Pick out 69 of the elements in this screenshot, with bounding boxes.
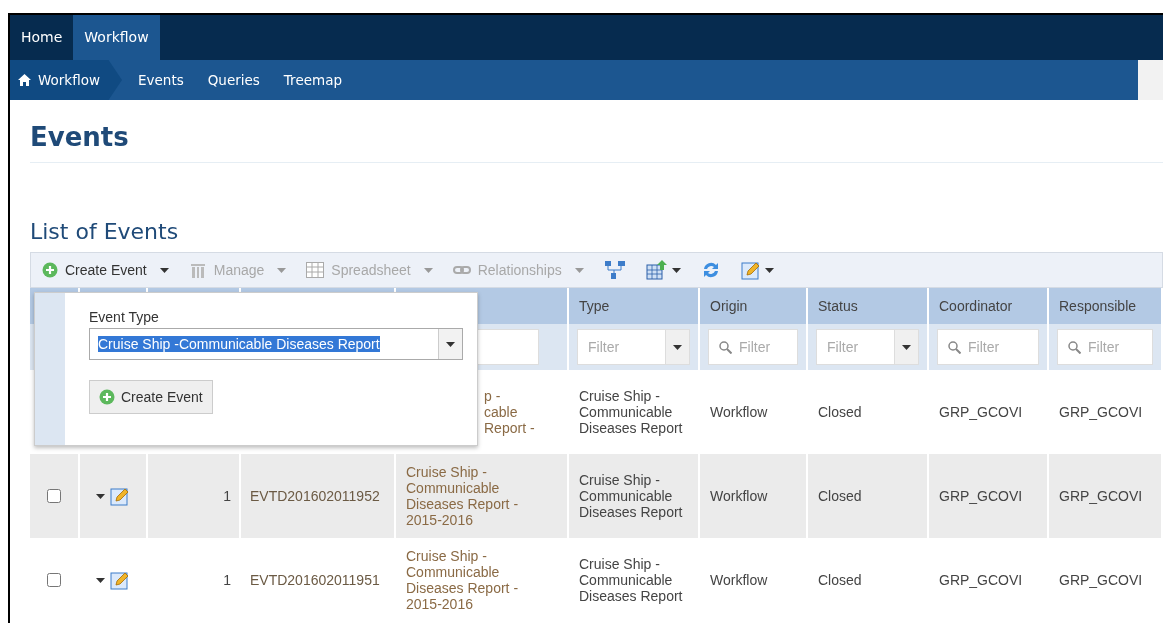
caret-icon [671, 267, 681, 273]
field-label: Event Type [89, 308, 160, 327]
edit-icon[interactable] [110, 570, 130, 590]
coordinator-cell: GRP_GCOVI [939, 404, 1023, 420]
origin-cell: Workflow [710, 572, 768, 588]
table-arrow-icon [645, 260, 668, 280]
event-name-cell-text: Cruise Ship - Communicable Diseases Report - 2015-2016 [406, 548, 520, 612]
breadcrumb-label: Workflow [38, 70, 100, 90]
caret-icon [902, 344, 911, 350]
column-header[interactable]: Origin [700, 288, 808, 324]
home-icon [18, 74, 31, 86]
column-header[interactable]: Coordinator [929, 288, 1049, 324]
type-cell-text: Cruise Ship - Communicable Diseases Report [579, 388, 684, 436]
coordinator-cell: GRP_GCOVI [939, 488, 1023, 504]
edit-menu-button[interactable] [740, 260, 774, 280]
caret-icon [764, 267, 774, 273]
event-name-cell: p - cable Report - [484, 388, 535, 436]
type-cell-text: Cruise Ship - Communicable Diseases Report [579, 556, 684, 604]
event-name-cell-text: Cruise Ship - Communicable Diseases Report - 2015-2016 [406, 464, 520, 528]
origin-cell: Workflow [710, 404, 768, 420]
caret-icon [446, 341, 455, 347]
caret-icon [277, 267, 287, 273]
search-icon [719, 340, 732, 354]
search-field[interactable] [1138, 60, 1163, 100]
caret-icon [96, 577, 105, 583]
export-button[interactable] [645, 260, 681, 280]
row-checkbox[interactable] [47, 573, 61, 587]
caret-icon [159, 267, 169, 273]
section-title: List of Events [30, 218, 180, 246]
event-id-cell-text: EVTD201602011951 [250, 570, 380, 590]
count-cell-text: 1 [223, 486, 231, 506]
origin-cell: Workflow [710, 488, 768, 504]
plus-circle-icon [99, 389, 115, 405]
caret-icon [96, 493, 105, 499]
caret-icon [574, 267, 584, 273]
link-icon [452, 265, 471, 275]
create-event-button[interactable]: Create Event [89, 380, 213, 414]
status-cell: Closed [818, 404, 862, 420]
search-icon [948, 340, 961, 354]
row-checkbox[interactable] [47, 489, 61, 503]
plus-circle-icon [42, 262, 58, 278]
column-header[interactable]: Status [808, 288, 929, 324]
column-header[interactable]: Responsible [1049, 288, 1163, 324]
responsible-cell: GRP_GCOVI [1059, 404, 1143, 420]
breadcrumb-home[interactable]: Workflow [10, 60, 122, 100]
nav-link[interactable]: Queries [207, 69, 260, 91]
nav-tab[interactable]: Home [10, 15, 74, 60]
edit-icon[interactable] [110, 486, 130, 506]
coordinator-cell: GRP_GCOVI [939, 572, 1023, 588]
nav-tab[interactable]: Workflow [73, 15, 160, 60]
nav-link[interactable]: Events [138, 69, 184, 91]
responsible-cell: GRP_GCOVI [1059, 488, 1143, 504]
event-id-cell-text: EVTD201602011952 [250, 486, 380, 506]
event-type-select[interactable]: Cruise Ship -Communicable Diseases Report [89, 328, 463, 360]
status-cell: Closed [818, 572, 862, 588]
column-header[interactable]: Type [569, 288, 700, 324]
search-icon [1068, 340, 1081, 354]
nav-link[interactable]: Treemap [283, 69, 342, 91]
responsible-cell: GRP_GCOVI [1059, 572, 1143, 588]
toolbar-button[interactable]: Create Event [42, 259, 169, 281]
caret-icon [423, 267, 433, 273]
type-cell-text: Cruise Ship - Communicable Diseases Report [579, 472, 684, 520]
count-cell-text: 1 [223, 570, 231, 590]
caret-icon [673, 344, 682, 350]
status-cell: Closed [818, 488, 862, 504]
grid-icon [306, 262, 325, 278]
page-title: Events [30, 121, 130, 154]
pillars-icon [188, 261, 207, 279]
hierarchy-icon[interactable] [603, 260, 626, 280]
